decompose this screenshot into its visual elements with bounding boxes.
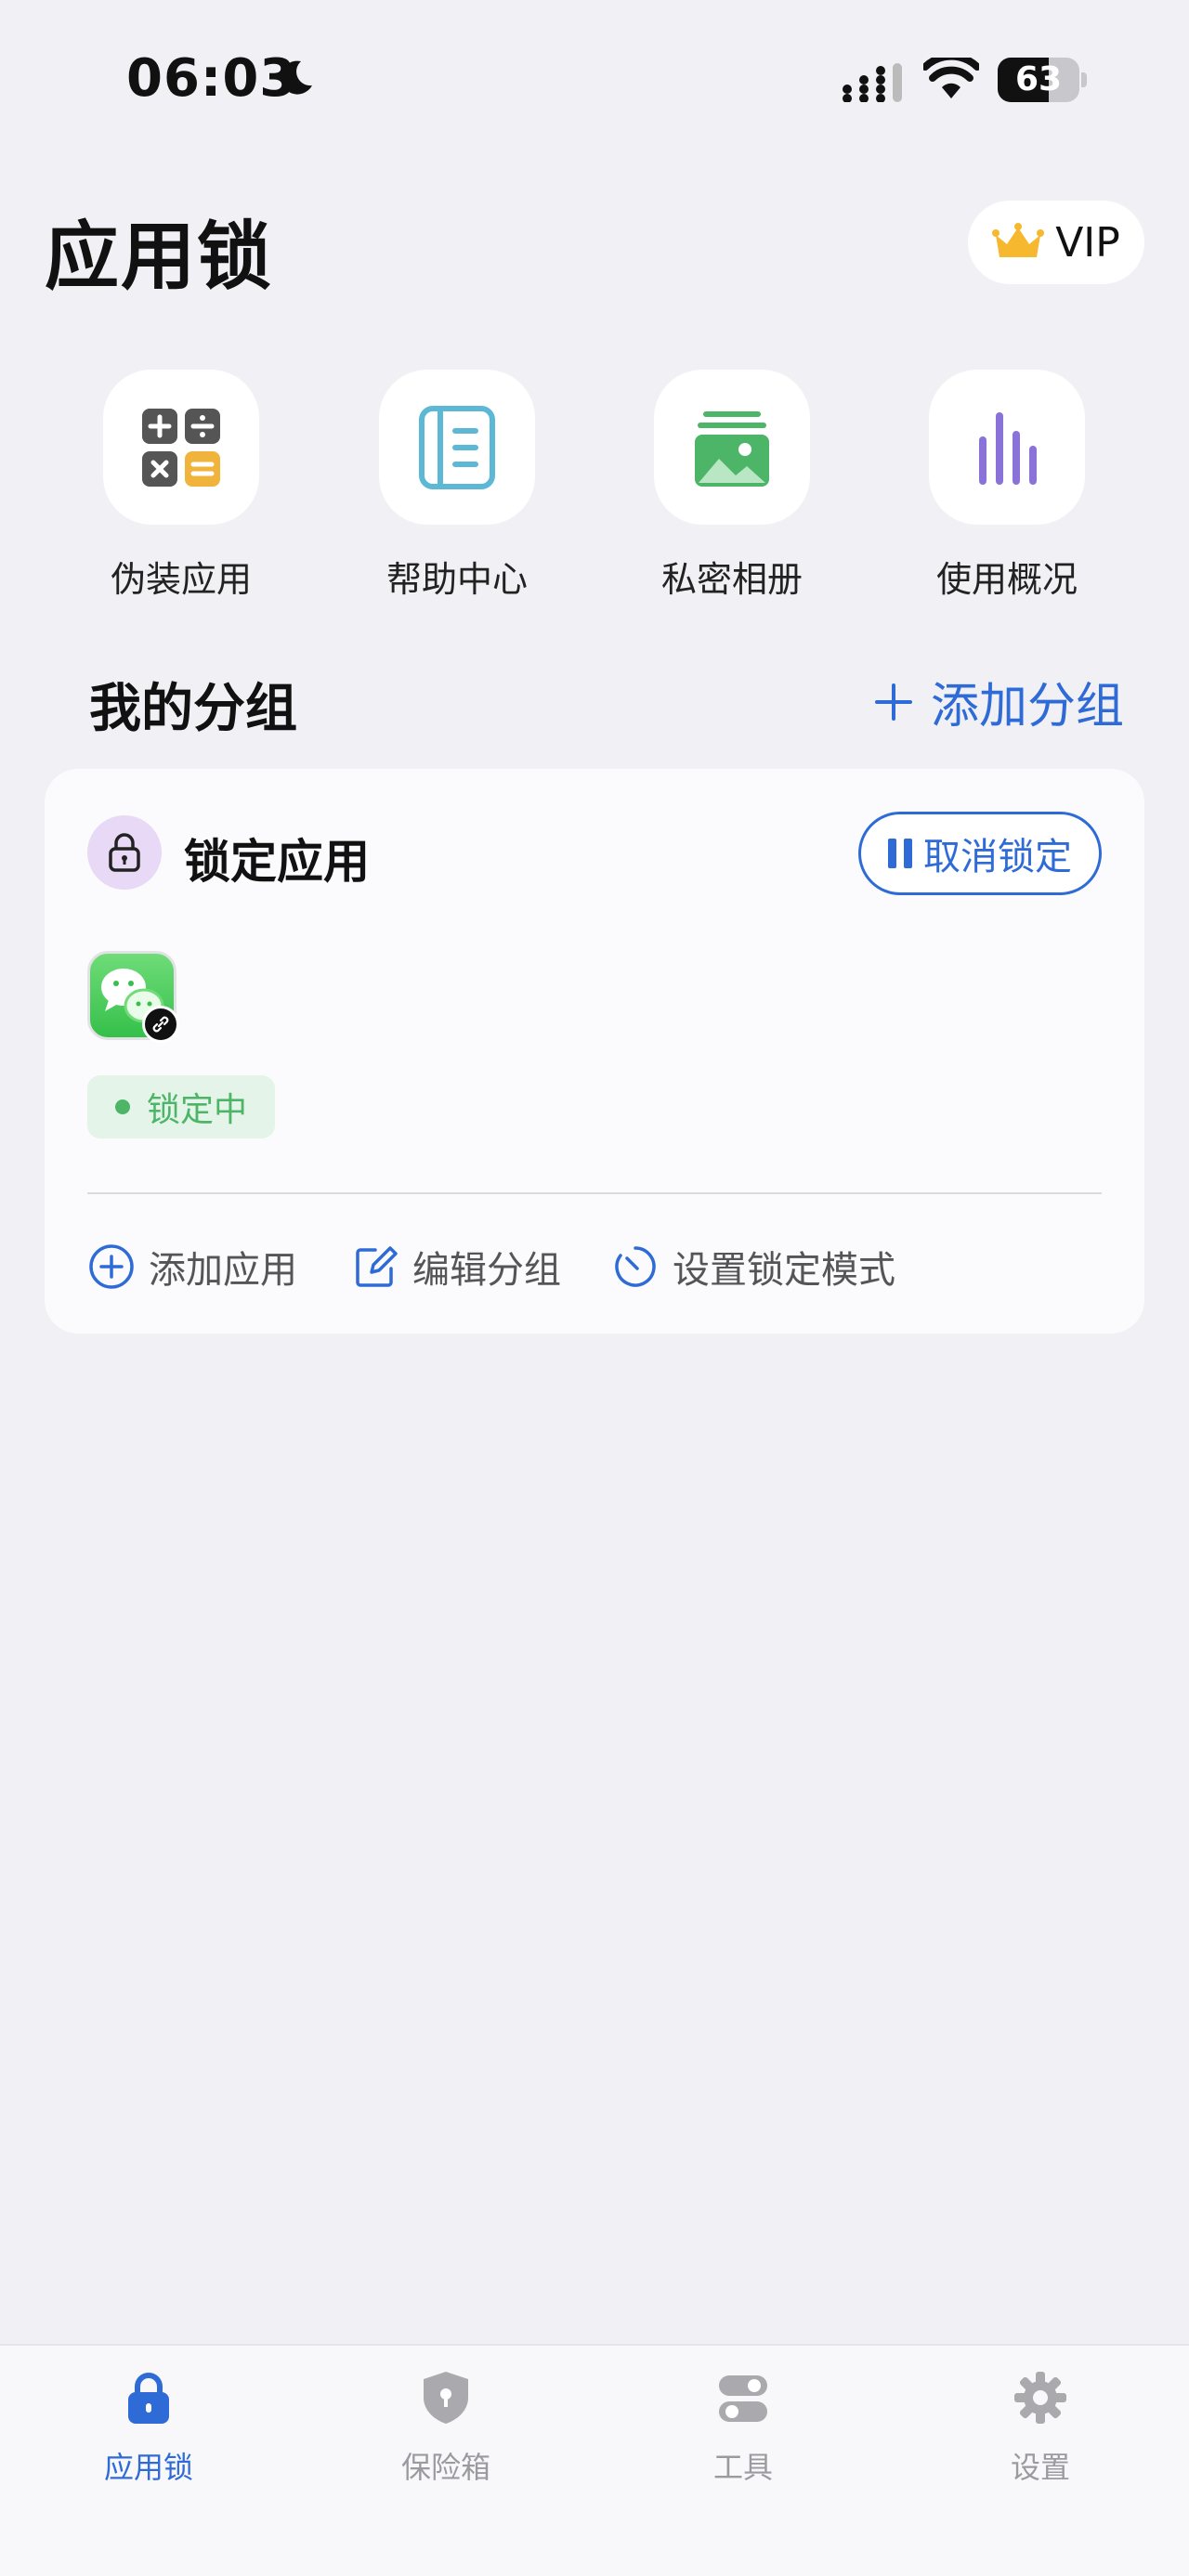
wifi-icon bbox=[923, 58, 979, 98]
plus-circle-icon bbox=[89, 1244, 134, 1289]
tab-vault[interactable]: 保险箱 bbox=[353, 2368, 539, 2498]
timer-icon bbox=[615, 1246, 656, 1287]
link-icon bbox=[152, 1016, 169, 1033]
add-group-button[interactable]: 添加分组 bbox=[873, 667, 1124, 736]
status-bar: 06:03 63 bbox=[0, 0, 1189, 158]
lock-status-text: 锁定中 bbox=[147, 1091, 248, 1129]
tab-label: 设置 bbox=[1010, 2450, 1070, 2485]
quick-action-disguise-app[interactable]: 伪装应用 bbox=[70, 370, 293, 602]
edit-group-label: 编辑分组 bbox=[412, 1249, 561, 1292]
card-divider bbox=[87, 1192, 1102, 1194]
quick-action-help-center[interactable]: 帮助中心 bbox=[346, 370, 568, 602]
tab-label: 应用锁 bbox=[103, 2450, 193, 2485]
tab-label: 工具 bbox=[712, 2450, 773, 2485]
set-lock-mode-button[interactable]: 设置锁定模式 bbox=[611, 1241, 895, 1293]
edit-icon bbox=[356, 1246, 398, 1287]
tab-tools[interactable]: 工具 bbox=[650, 2368, 836, 2498]
unlock-button[interactable]: 取消锁定 bbox=[858, 812, 1102, 895]
quick-action-label: 私密相册 bbox=[660, 559, 803, 600]
status-time: 06:03 bbox=[126, 48, 297, 109]
tab-settings[interactable]: 设置 bbox=[947, 2368, 1133, 2498]
status-dot bbox=[115, 1099, 130, 1114]
page-title: 应用锁 bbox=[45, 214, 273, 300]
quick-action-label: 帮助中心 bbox=[385, 559, 528, 600]
tab-label: 保险箱 bbox=[400, 2450, 490, 2485]
quick-action-usage-overview[interactable]: 使用概况 bbox=[895, 370, 1118, 602]
pause-icon bbox=[888, 839, 912, 868]
lock-status-badge: 锁定中 bbox=[87, 1075, 275, 1138]
lock-icon bbox=[128, 2373, 169, 2424]
help-book-icon bbox=[419, 405, 495, 489]
crown-icon bbox=[992, 223, 1045, 257]
quick-action-label: 伪装应用 bbox=[110, 559, 252, 600]
edit-group-button[interactable]: 编辑分组 bbox=[351, 1241, 561, 1293]
add-app-button[interactable]: 添加应用 bbox=[87, 1241, 297, 1293]
usage-bars-icon bbox=[979, 411, 1037, 485]
photo-album-icon bbox=[695, 410, 769, 487]
linked-badge bbox=[142, 1006, 179, 1043]
moon-icon bbox=[281, 60, 312, 95]
group-card: 锁定应用 取消锁定 锁定中 添加应用 编辑分组 设置锁定模式 bbox=[45, 769, 1144, 1334]
padlock-icon bbox=[109, 833, 140, 872]
vip-label: VIP bbox=[1055, 218, 1120, 267]
quick-actions: 伪装应用 帮助中心 私密相册 使用概况 bbox=[0, 370, 1189, 602]
plus-icon bbox=[875, 683, 912, 721]
unlock-label: 取消锁定 bbox=[923, 836, 1072, 878]
group-title: 锁定应用 bbox=[184, 835, 370, 889]
signal-icon bbox=[843, 63, 902, 102]
quick-action-label: 使用概况 bbox=[935, 559, 1078, 600]
bottom-tab-bar: 应用锁 保险箱 工具 设置 bbox=[0, 2344, 1189, 2576]
tab-app-lock[interactable]: 应用锁 bbox=[56, 2368, 242, 2498]
vip-button[interactable]: VIP bbox=[968, 201, 1144, 284]
group-lock-badge bbox=[87, 815, 162, 890]
gear-icon bbox=[1014, 2372, 1066, 2424]
calculator-icon bbox=[142, 408, 220, 487]
add-group-label: 添加分组 bbox=[931, 679, 1125, 735]
section-title: 我的分组 bbox=[89, 679, 297, 739]
battery-indicator: 63 bbox=[998, 58, 1087, 102]
locked-app-wechat-icon[interactable] bbox=[87, 951, 179, 1043]
add-app-label: 添加应用 bbox=[149, 1249, 297, 1292]
quick-action-private-album[interactable]: 私密相册 bbox=[621, 370, 843, 602]
battery-text: 63 bbox=[1014, 60, 1063, 98]
set-lock-mode-label: 设置锁定模式 bbox=[673, 1249, 895, 1292]
toggles-icon bbox=[719, 2375, 767, 2422]
shield-icon bbox=[424, 2372, 468, 2424]
